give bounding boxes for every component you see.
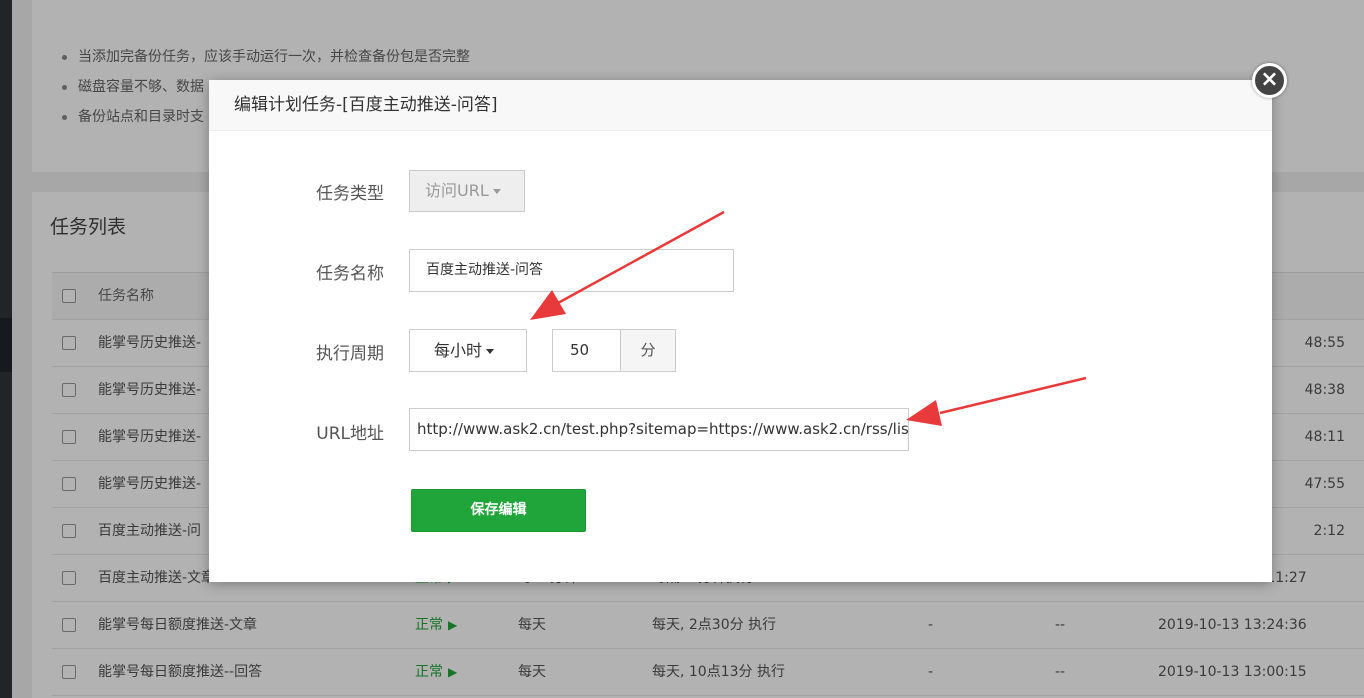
minute-input[interactable]: 50 <box>552 329 621 372</box>
save-edit-button[interactable]: 保存编辑 <box>411 489 586 532</box>
task-type-select: 访问URL <box>409 170 525 212</box>
task-type-label: 任务类型 <box>316 184 384 204</box>
close-icon[interactable]: × <box>1252 63 1287 98</box>
url-label: URL地址 <box>316 424 384 444</box>
caret-down-icon <box>486 349 495 354</box>
modal-title: 编辑计划任务-[百度主动推送-问答] <box>209 80 1272 131</box>
cycle-label: 执行周期 <box>316 344 384 364</box>
caret-down-icon <box>492 189 501 194</box>
minute-unit: 分 <box>620 329 676 372</box>
cycle-select[interactable]: 每小时 <box>409 329 527 372</box>
task-type-value: 访问URL <box>425 181 489 200</box>
cycle-value: 每小时 <box>434 341 483 360</box>
task-name-label: 任务名称 <box>316 264 384 284</box>
edit-task-modal: 编辑计划任务-[百度主动推送-问答] 任务类型 访问URL 任务名称 百度主动推… <box>209 80 1272 582</box>
url-input[interactable]: http://www.ask2.cn/test.php?sitemap=http… <box>409 408 909 451</box>
task-name-input[interactable]: 百度主动推送-问答 <box>409 249 734 292</box>
